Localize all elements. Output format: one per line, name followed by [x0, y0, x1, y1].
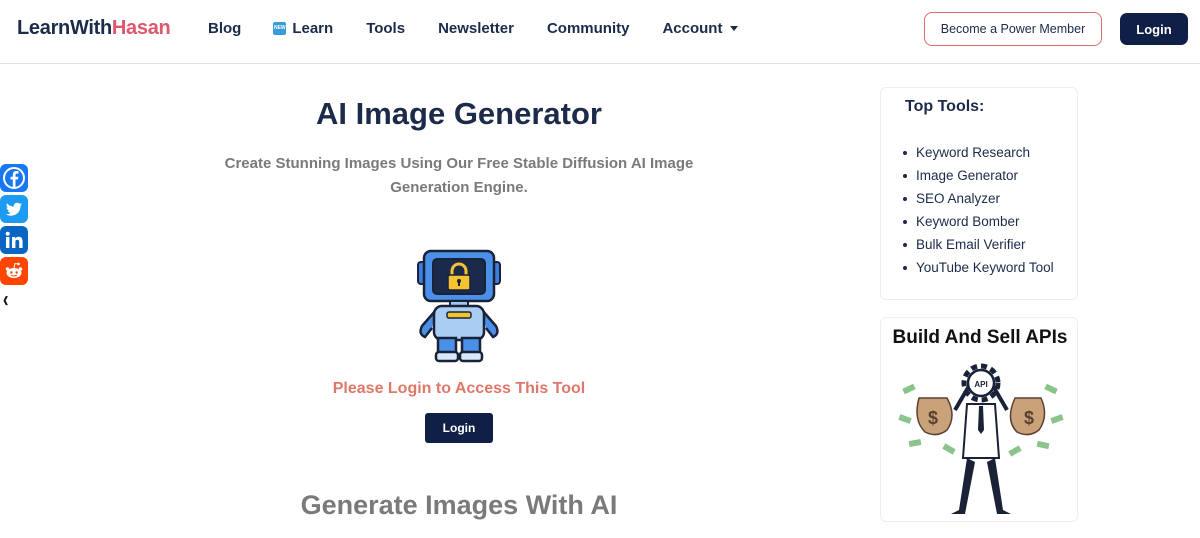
bullet-icon — [903, 196, 907, 201]
logo-text: LearnWith — [17, 17, 112, 39]
top-tools-card: Top Tools: Keyword Research Image Genera… — [880, 87, 1078, 300]
tool-link-label: Image Generator — [916, 167, 1019, 183]
page-subtitle: Create Stunning Images Using Our Free St… — [224, 155, 694, 196]
tool-link[interactable]: Image Generator — [903, 164, 1054, 187]
tool-link-label: YouTube Keyword Tool — [916, 259, 1054, 275]
twitter-icon[interactable] — [0, 195, 28, 223]
facebook-icon[interactable] — [0, 164, 28, 192]
nav-account-label: Account — [662, 20, 723, 37]
page-title: AI Image Generator — [316, 96, 602, 131]
bullet-icon — [903, 150, 907, 155]
bullet-icon — [903, 242, 907, 247]
top-tools-title: Top Tools: — [905, 98, 985, 115]
become-power-member-button[interactable]: Become a Power Member — [924, 12, 1102, 46]
nav-blog[interactable]: Blog — [208, 20, 241, 37]
nav-learn-label: Learn — [292, 20, 334, 37]
site-header: LearnWithHasan Blog NEW Learn Tools News… — [0, 0, 1200, 64]
build-sell-apis-banner[interactable]: Build And Sell APIs $ $ API — [880, 317, 1078, 522]
logo-accent-text: Hasan — [111, 17, 171, 39]
svg-text:$: $ — [928, 408, 938, 428]
chevron-down-icon — [730, 26, 739, 31]
bullet-icon — [903, 173, 907, 178]
api-money-illustration: $ $ API — [898, 363, 1064, 514]
bullet-icon — [903, 219, 907, 224]
social-share-bar — [0, 164, 28, 288]
main-nav: Blog NEW Learn Tools Newsletter Communit… — [208, 20, 771, 37]
nav-newsletter[interactable]: Newsletter — [438, 20, 514, 37]
promo-title: Build And Sell APIs — [892, 327, 1068, 348]
nav-community[interactable]: Community — [547, 20, 630, 37]
top-tools-list: Keyword Research Image Generator SEO Ana… — [903, 141, 1054, 279]
tool-link-label: SEO Analyzer — [916, 190, 1001, 206]
reddit-icon[interactable] — [0, 257, 28, 285]
nav-account[interactable]: Account — [662, 20, 739, 37]
tool-link[interactable]: Keyword Bomber — [903, 210, 1054, 233]
svg-text:$: $ — [1024, 408, 1034, 428]
login-button[interactable]: Login — [425, 413, 493, 443]
site-logo[interactable]: LearnWithHasan — [17, 17, 171, 40]
collapse-share-icon[interactable]: ❰ — [2, 295, 10, 306]
tool-link-label: Keyword Bomber — [916, 213, 1020, 229]
tool-link[interactable]: SEO Analyzer — [903, 187, 1054, 210]
new-badge-icon: NEW — [273, 22, 287, 35]
bullet-icon — [903, 265, 907, 270]
nav-tools[interactable]: Tools — [366, 20, 405, 37]
tool-link-label: Bulk Email Verifier — [916, 236, 1026, 252]
tool-link-label: Keyword Research — [916, 144, 1031, 160]
promo-gear-text: API — [974, 380, 987, 389]
nav-learn[interactable]: NEW Learn — [273, 20, 334, 37]
login-required-message: Please Login to Access This Tool — [332, 380, 586, 397]
linkedin-icon[interactable] — [0, 226, 28, 254]
locked-robot-illustration — [417, 249, 501, 363]
section-title: Generate Images With AI — [300, 490, 618, 520]
header-login-button[interactable]: Login — [1120, 13, 1188, 45]
tool-link[interactable]: Bulk Email Verifier — [903, 233, 1054, 256]
tool-link[interactable]: YouTube Keyword Tool — [903, 256, 1054, 279]
tool-link[interactable]: Keyword Research — [903, 141, 1054, 164]
